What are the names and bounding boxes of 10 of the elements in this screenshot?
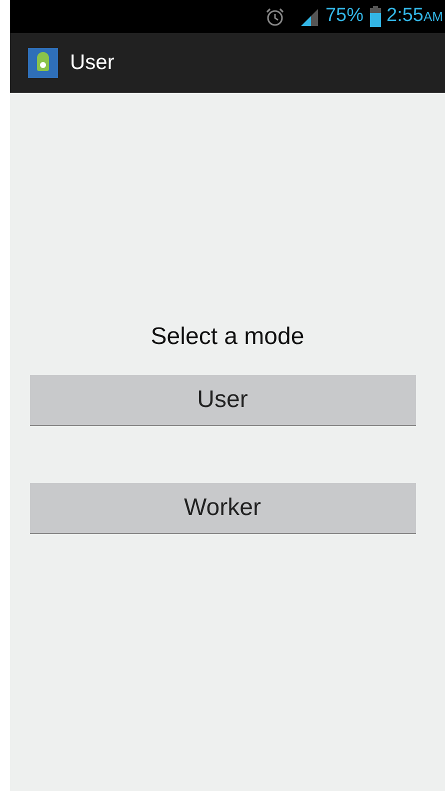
mode-button[interactable]: User (30, 375, 416, 426)
mode-prompt: Select a mode (150, 322, 304, 352)
signal-icon (299, 6, 320, 26)
battery-percent: 75% (325, 4, 364, 28)
app-icon (28, 48, 58, 78)
alarm-clock-icon (265, 6, 286, 26)
clock-time: 2:55AM (386, 4, 443, 28)
mode-button[interactable]: Worker (30, 483, 416, 534)
app-title: User (70, 50, 114, 76)
battery-icon (370, 6, 381, 27)
